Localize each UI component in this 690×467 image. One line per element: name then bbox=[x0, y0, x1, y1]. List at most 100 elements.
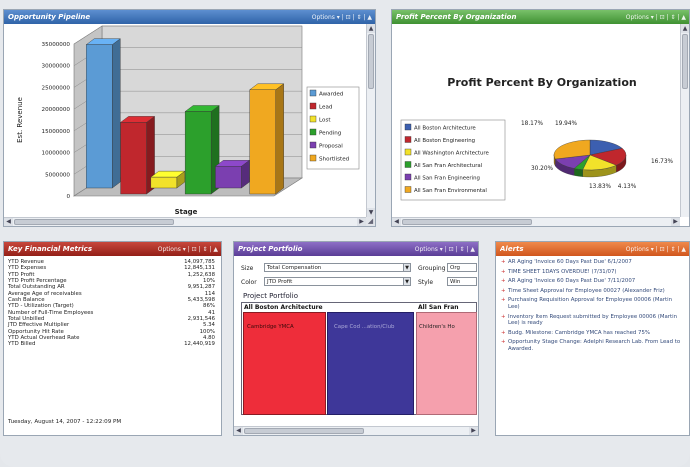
scroll-thumb[interactable] bbox=[402, 219, 532, 225]
profit-percent-panel: Profit Percent By Organization Options ▾… bbox=[391, 9, 690, 227]
legend-swatch bbox=[404, 186, 412, 193]
horizontal-scrollbar[interactable]: ◀ ▶ bbox=[4, 217, 366, 226]
panel-title: Key Financial Metrics bbox=[8, 245, 92, 253]
scroll-left-arrow[interactable]: ◀ bbox=[4, 218, 13, 226]
legend-label: All San Fran Environmental bbox=[414, 188, 487, 194]
panel-options-menu[interactable]: Options ▾ | ⊡ | ⇕ | ▲ bbox=[626, 14, 686, 21]
legend-swatch bbox=[309, 141, 317, 149]
color-select[interactable]: JTD Profit ▼ bbox=[264, 277, 411, 286]
scroll-left-arrow[interactable]: ◀ bbox=[392, 218, 401, 226]
metric-value: 12,440,919 bbox=[184, 341, 215, 348]
panel-header[interactable]: Opportunity Pipeline Options ▾ | ⊡ | ⇕ |… bbox=[4, 10, 375, 24]
y-tick-label: 20000000 bbox=[42, 107, 71, 113]
y-tick-label: 30000000 bbox=[42, 64, 71, 70]
y-tick-label: 10000000 bbox=[42, 151, 71, 157]
scroll-thumb[interactable] bbox=[14, 219, 174, 225]
pie-data-label: 30.20% bbox=[531, 166, 554, 172]
panel-title: Opportunity Pipeline bbox=[8, 13, 91, 21]
panel-options-menu[interactable]: Options ▾ | ⊡ | ⇕ | ▲ bbox=[626, 246, 686, 253]
legend-label: All Washington Architecture bbox=[414, 151, 489, 157]
scroll-right-arrow[interactable]: ▶ bbox=[357, 218, 366, 226]
y-tick-label: 5000000 bbox=[45, 172, 70, 178]
alert-item[interactable]: Inventory Item Request submitted by Empl… bbox=[501, 314, 685, 327]
style-select[interactable]: Win bbox=[447, 277, 477, 286]
bar-pending bbox=[184, 111, 212, 195]
panel-title: Profit Percent By Organization bbox=[396, 13, 517, 21]
pie-data-label: 4.13% bbox=[618, 184, 637, 190]
panel-header[interactable]: Project Portfolio Options ▾ | ⊡ | ⇕ | ▲ bbox=[234, 242, 478, 256]
portfolio-section-title: Project Portfolio bbox=[243, 292, 298, 300]
grouping-select[interactable]: Org bbox=[447, 263, 477, 272]
legend-swatch bbox=[404, 136, 412, 143]
panel-options-menu[interactable]: Options ▾ | ⊡ | ⇕ | ▲ bbox=[312, 14, 372, 21]
pie-data-label: 16.73% bbox=[651, 159, 674, 165]
scroll-up-arrow[interactable]: ▲ bbox=[367, 24, 375, 33]
alert-item[interactable]: Opportunity Stage Change: Adelphi Resear… bbox=[501, 339, 685, 352]
scroll-right-arrow[interactable]: ▶ bbox=[671, 218, 680, 226]
panel-header[interactable]: Key Financial Metrics Options ▾ | ⊡ | ⇕ … bbox=[4, 242, 221, 256]
project-portfolio-panel: Project Portfolio Options ▾ | ⊡ | ⇕ | ▲ … bbox=[233, 241, 479, 436]
panel-title: Project Portfolio bbox=[238, 245, 303, 253]
alert-item[interactable]: AR Aging 'Invoice 60 Days Past Due' 6/1/… bbox=[501, 259, 685, 266]
bar-lost bbox=[150, 176, 178, 189]
bar-shortlisted bbox=[249, 89, 276, 195]
alerts-list: AR Aging 'Invoice 60 Days Past Due' 6/1/… bbox=[501, 259, 685, 356]
opportunity-pipeline-panel: Opportunity Pipeline Options ▾ | ⊡ | ⇕ |… bbox=[3, 9, 376, 227]
treemap-header-boston: All Boston Architecture bbox=[244, 304, 323, 311]
y-tick-label: 25000000 bbox=[42, 85, 71, 91]
scroll-up-arrow[interactable]: ▲ bbox=[681, 24, 689, 33]
scroll-right-arrow[interactable]: ▶ bbox=[469, 427, 478, 435]
scroll-down-arrow[interactable]: ▼ bbox=[367, 208, 375, 217]
treemap-cell-capecod[interactable]: Cape Cod ...ation/Club bbox=[327, 312, 414, 415]
style-select-value: Win bbox=[450, 279, 461, 285]
horizontal-scrollbar[interactable]: ◀ ▶ bbox=[392, 217, 680, 226]
treemap-cell-cambridge[interactable]: Cambridge YMCA bbox=[243, 312, 326, 415]
scroll-left-arrow[interactable]: ◀ bbox=[234, 427, 243, 435]
resize-grip-icon[interactable]: ◢ bbox=[366, 217, 375, 226]
x-axis-label: Stage bbox=[175, 208, 198, 216]
bar-proposal bbox=[215, 166, 242, 189]
scroll-thumb[interactable] bbox=[682, 34, 688, 89]
alerts-panel: Alerts Options ▾ | ⊡ | ⇕ | ▲ AR Aging 'I… bbox=[495, 241, 690, 436]
legend-label: Lead bbox=[319, 105, 333, 111]
panel-header[interactable]: Alerts Options ▾ | ⊡ | ⇕ | ▲ bbox=[496, 242, 689, 256]
grouping-select-value: Org bbox=[450, 265, 460, 271]
treemap-cell-label: Children's Ho bbox=[419, 324, 455, 330]
legend-swatch bbox=[309, 102, 317, 110]
alert-item[interactable]: Time Sheet Approval for Employee 00027 (… bbox=[501, 288, 685, 295]
bar-side bbox=[112, 38, 121, 189]
color-label: Color bbox=[241, 279, 257, 286]
legend-swatch bbox=[404, 173, 412, 181]
panel-options-menu[interactable]: Options ▾ | ⊡ | ⇕ | ▲ bbox=[158, 246, 218, 253]
bar-lead bbox=[120, 122, 147, 195]
scroll-thumb[interactable] bbox=[244, 428, 364, 434]
profit-pie-chart: Profit Percent By Organization All Boston… bbox=[400, 76, 674, 201]
vertical-scrollbar[interactable]: ▲ ▼ bbox=[366, 24, 375, 217]
panel-header[interactable]: Profit Percent By Organization Options ▾… bbox=[392, 10, 689, 24]
treemap-cell-childrens[interactable]: Children's Ho bbox=[416, 312, 477, 415]
alert-item[interactable]: Budg. Milestone: Cambridge YMCA has reac… bbox=[501, 330, 685, 337]
legend-swatch bbox=[404, 123, 412, 131]
size-select[interactable]: Total Compensation ▼ bbox=[264, 263, 411, 272]
horizontal-scrollbar[interactable]: ◀ ▶ bbox=[234, 426, 478, 435]
legend-label: Shortlisted bbox=[319, 157, 350, 163]
pie-title: Profit Percent By Organization bbox=[447, 76, 636, 89]
alert-item[interactable]: TIME SHEET 1DAYS OVERDUE! (7/31/07) bbox=[501, 269, 685, 276]
key-financial-metrics-panel: Key Financial Metrics Options ▾ | ⊡ | ⇕ … bbox=[3, 241, 222, 436]
legend-swatch bbox=[309, 128, 317, 136]
alert-item[interactable]: Purchasing Requisition Approval for Empl… bbox=[501, 297, 685, 310]
legend-label: Proposal bbox=[319, 144, 343, 150]
chevron-down-icon[interactable]: ▼ bbox=[403, 278, 410, 285]
legend-label: All Boston Engineering bbox=[414, 138, 475, 144]
legend-swatch bbox=[309, 89, 317, 97]
alert-item[interactable]: AR Aging 'Invoice 60 Days Past Due' 7/11… bbox=[501, 278, 685, 285]
chevron-down-icon[interactable]: ▼ bbox=[403, 264, 410, 271]
vertical-scrollbar[interactable]: ▲ bbox=[680, 24, 689, 217]
legend-swatch bbox=[309, 115, 317, 123]
y-tick-label: 35000000 bbox=[42, 42, 71, 48]
scroll-thumb[interactable] bbox=[368, 34, 374, 89]
legend-label: All San Fran Architectural bbox=[414, 163, 482, 169]
panel-options-menu[interactable]: Options ▾ | ⊡ | ⇕ | ▲ bbox=[415, 246, 475, 253]
bar-side bbox=[275, 83, 284, 195]
pie-data-label: 13.83% bbox=[589, 184, 612, 190]
